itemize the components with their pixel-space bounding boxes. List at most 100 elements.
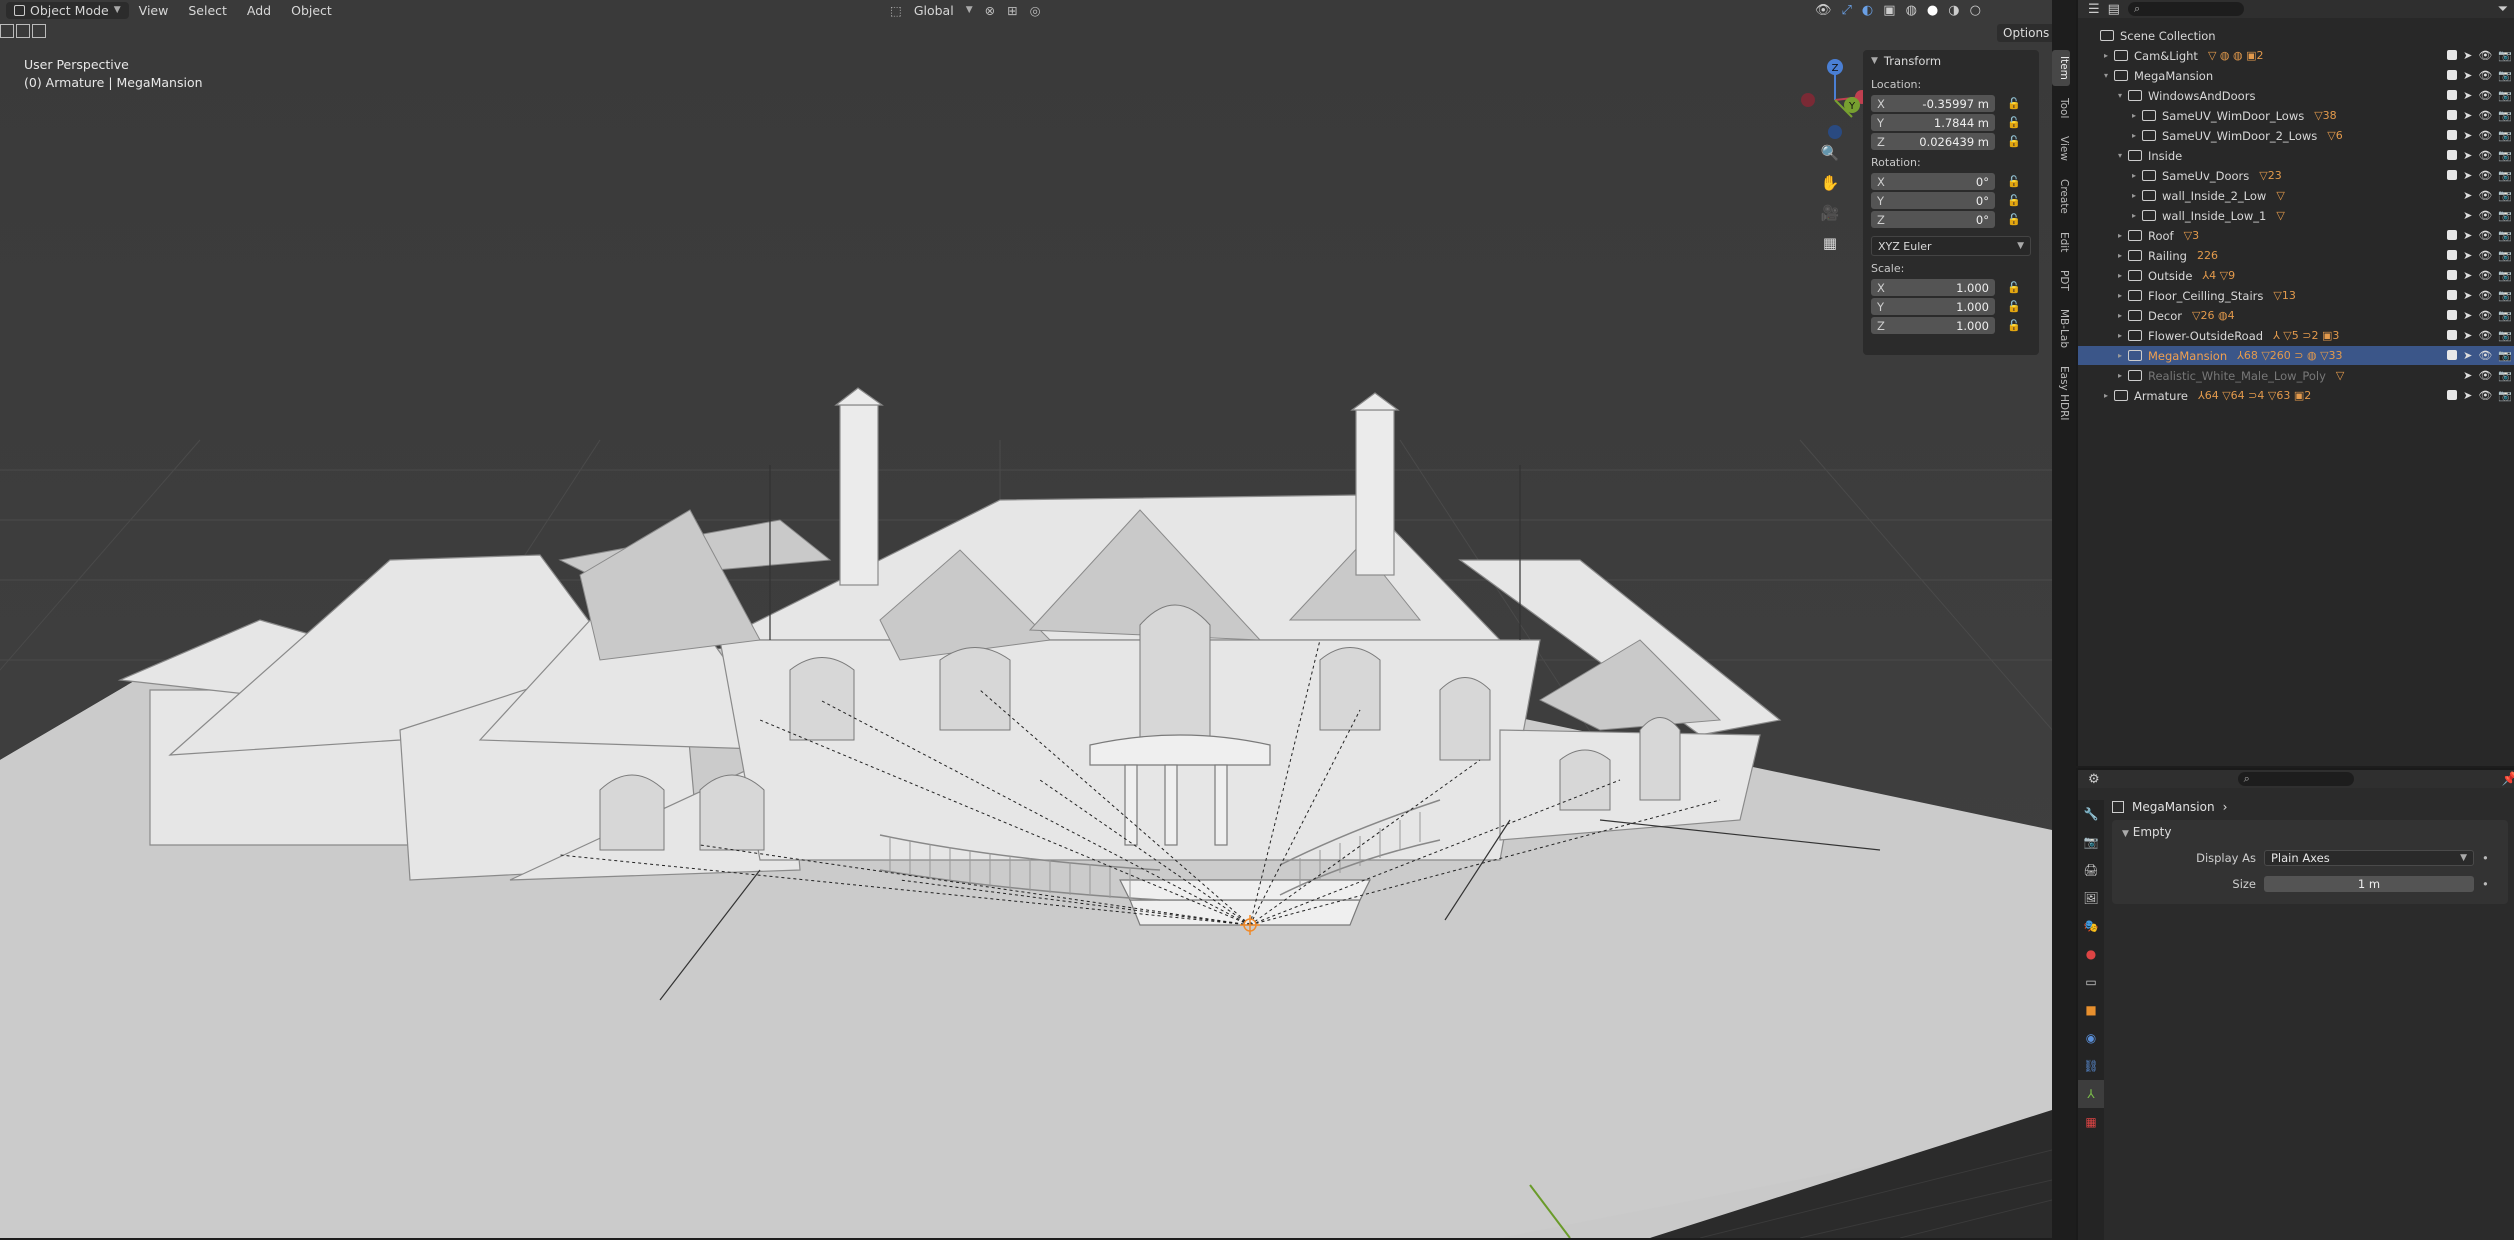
filter-icon[interactable]: ⏷ [2498, 2, 2508, 17]
properties-search-input[interactable]: ⌕ [2237, 772, 2354, 786]
eye-icon[interactable]: 👁 [2478, 209, 2492, 222]
solid-shading-icon[interactable]: ● [1927, 3, 1938, 18]
render-camera-icon[interactable]: 📷 [2498, 149, 2512, 162]
exclude-checkbox[interactable] [2447, 310, 2458, 320]
disclosure-triangle-icon[interactable]: ▸ [2114, 371, 2126, 380]
child-count-badges[interactable]: ⅄ ▽5 ⊃2 ▣3 [2273, 329, 2339, 342]
outliner-row[interactable]: ▾ Inside ➤ 👁 📷 [2078, 146, 2514, 165]
child-count-badges[interactable]: ▽ [2276, 209, 2284, 222]
outliner-row[interactable]: ▸ SameUV_WimDoor_Lows ▽38 ➤ 👁 📷 [2078, 106, 2514, 125]
exclude-checkbox[interactable] [2447, 70, 2458, 80]
render-camera-icon[interactable]: 📷 [2498, 369, 2512, 382]
exclude-checkbox[interactable] [2447, 330, 2458, 340]
select-arrow-icon[interactable]: ➤ [2463, 309, 2472, 322]
disclosure-triangle-icon[interactable]: ▸ [2128, 131, 2140, 140]
select-arrow-icon[interactable]: ➤ [2463, 109, 2472, 122]
render-camera-icon[interactable]: 📷 [2498, 349, 2512, 362]
child-count-badges[interactable]: ▽23 [2259, 169, 2281, 182]
exclude-checkbox[interactable] [2447, 350, 2458, 360]
child-count-badges[interactable]: ▽13 [2273, 289, 2295, 302]
scale-y-field[interactable]: Y 1.000 [1871, 298, 1995, 315]
size-field[interactable]: 1 m [2264, 876, 2474, 892]
tool-tab-icon[interactable]: 🔧 [2078, 800, 2104, 828]
outliner-row[interactable]: ▸ Flower-OutsideRoad ⅄ ▽5 ⊃2 ▣3 ➤ 👁 📷 [2078, 326, 2514, 345]
ortho-grid-icon[interactable]: ▦ [1817, 230, 1843, 256]
disclosure-triangle-icon[interactable]: ▸ [2114, 331, 2126, 340]
select-arrow-icon[interactable]: ➤ [2463, 289, 2472, 302]
render-camera-icon[interactable]: 📷 [2498, 309, 2512, 322]
select-new-icon[interactable] [0, 24, 14, 38]
empty-panel-header[interactable]: ▼ Empty [2112, 820, 2508, 844]
options-button[interactable]: Options [1997, 24, 2052, 42]
rotation-x-field[interactable]: X 0° [1871, 173, 1995, 190]
3d-viewport[interactable]: Object Mode ▼ View Select Add Object ⬚ G… [0, 0, 2052, 1238]
select-arrow-icon[interactable]: ➤ [2463, 149, 2472, 162]
eye-icon[interactable]: 👁 [2478, 169, 2492, 182]
outliner-row[interactable]: ▸ Decor ▽26 ◍4 ➤ 👁 📷 [2078, 306, 2514, 325]
keyframe-dot-icon[interactable]: • [2482, 877, 2489, 891]
object-tab-icon[interactable]: ■ [2078, 996, 2104, 1024]
select-arrow-icon[interactable]: ➤ [2463, 269, 2472, 282]
child-count-badges[interactable]: ⅄64 ▽64 ⊃4 ▽63 ▣2 [2198, 389, 2311, 402]
select-arrow-icon[interactable]: ➤ [2463, 349, 2472, 362]
eye-icon[interactable]: 👁 [2478, 109, 2492, 122]
exclude-checkbox[interactable] [2447, 130, 2458, 140]
disclosure-triangle-icon[interactable]: ▸ [2128, 211, 2140, 220]
child-count-badges[interactable]: ⅄4 ▽9 [2202, 269, 2235, 282]
location-z-field[interactable]: Z 0.026439 m [1871, 133, 1995, 150]
eye-icon[interactable]: 👁 [2478, 129, 2492, 142]
child-count-badges[interactable]: ▽3 [2184, 229, 2199, 242]
exclude-checkbox[interactable] [2447, 290, 2458, 300]
disclosure-triangle-icon[interactable]: ▸ [2128, 171, 2140, 180]
exclude-checkbox[interactable] [2447, 270, 2458, 280]
render-camera-icon[interactable]: 📷 [2498, 389, 2512, 402]
eye-icon[interactable]: 👁 [2478, 69, 2492, 82]
pan-hand-icon[interactable]: ✋ [1817, 170, 1843, 196]
exclude-checkbox[interactable] [2447, 110, 2458, 120]
rotation-mode-dropdown[interactable]: XYZ Euler ▼ [1871, 236, 2031, 256]
exclude-checkbox[interactable] [2447, 50, 2458, 60]
exclude-checkbox[interactable] [2447, 170, 2458, 180]
rotation-z-field[interactable]: Z 0° [1871, 211, 1995, 228]
eye-icon[interactable]: 👁 [2478, 269, 2492, 282]
disclosure-triangle-icon[interactable]: ▸ [2114, 251, 2126, 260]
outliner-row[interactable]: ▸ wall_Inside_Low_1 ▽ ➤ 👁 📷 [2078, 206, 2514, 225]
world-tab-icon[interactable]: ● [2078, 940, 2104, 968]
tab-tool[interactable]: Tool [2052, 92, 2070, 124]
location-y-field[interactable]: Y 1.7844 m [1871, 114, 1995, 131]
texture-tab-icon[interactable]: ▦ [2078, 1108, 2104, 1136]
eye-icon[interactable]: 👁 [2478, 329, 2492, 342]
zoom-icon[interactable]: 🔍 [1817, 140, 1843, 166]
lock-icon[interactable]: 🔓 [2007, 194, 2021, 207]
disclosure-triangle-icon[interactable]: ▸ [2114, 351, 2126, 360]
menu-view[interactable]: View [129, 3, 179, 18]
editor-type-icon[interactable]: ☰ [2088, 2, 2100, 17]
outliner-row[interactable]: ▸ Realistic_White_Male_Low_Poly ▽ ➤ 👁 📷 [2078, 366, 2514, 385]
tab-easy-hdri[interactable]: Easy HDRI [2052, 360, 2070, 426]
mode-selector[interactable]: Object Mode ▼ [6, 1, 129, 19]
outliner-row[interactable]: ▸ Cam&Light ▽ ◍ ◍ ▣2 ➤ 👁 📷 [2078, 46, 2514, 65]
menu-add[interactable]: Add [237, 3, 281, 18]
outliner-row[interactable]: ▸ SameUV_WimDoor_2_Lows ▽6 ➤ 👁 📷 [2078, 126, 2514, 145]
outliner-row[interactable]: Scene Collection [2078, 26, 2514, 45]
exclude-checkbox[interactable] [2447, 390, 2458, 400]
constraints-tab-icon[interactable]: ⛓ [2078, 1052, 2104, 1080]
render-camera-icon[interactable]: 📷 [2498, 229, 2512, 242]
lock-icon[interactable]: 🔓 [2007, 319, 2021, 332]
select-arrow-icon[interactable]: ➤ [2463, 189, 2472, 202]
view-layer-tab-icon[interactable]: 🖼 [2078, 884, 2104, 912]
select-arrow-icon[interactable]: ➤ [2463, 389, 2472, 402]
proportional-edit-icon[interactable]: ◎ [1030, 3, 1041, 18]
physics-tab-icon[interactable]: ◉ [2078, 1024, 2104, 1052]
eye-icon[interactable]: 👁 [2478, 49, 2492, 62]
object-data-tab-icon[interactable]: ⅄ [2078, 1080, 2104, 1108]
gizmo-toggle-icon[interactable]: ⤢ [1842, 3, 1852, 18]
disclosure-triangle-icon[interactable]: ▸ [2100, 51, 2112, 60]
eye-icon[interactable]: 👁 [2478, 249, 2492, 262]
select-arrow-icon[interactable]: ➤ [2463, 249, 2472, 262]
location-x-field[interactable]: X -0.35997 m [1871, 95, 1995, 112]
disclosure-triangle-icon[interactable]: ▾ [2100, 71, 2112, 80]
material-shading-icon[interactable]: ◑ [1948, 3, 1959, 18]
render-camera-icon[interactable]: 📷 [2498, 169, 2512, 182]
tab-edit[interactable]: Edit [2052, 226, 2070, 258]
